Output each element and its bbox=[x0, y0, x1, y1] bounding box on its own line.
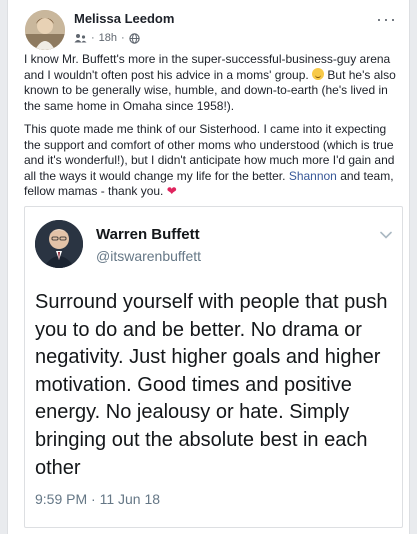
tweet-timestamp: 9:59 PM · 11 Jun 18 bbox=[35, 491, 161, 507]
globe-icon[interactable] bbox=[129, 32, 140, 44]
author-name[interactable]: Melissa Leedom bbox=[74, 11, 174, 26]
more-options-icon[interactable]: ··· bbox=[376, 10, 397, 28]
tweet-author-name: Warren Buffett bbox=[96, 226, 200, 243]
post-paragraph-1: I know Mr. Buffett's more in the super-s… bbox=[24, 52, 402, 114]
author-avatar[interactable] bbox=[25, 10, 65, 50]
chevron-down-icon bbox=[380, 226, 392, 244]
mention-link[interactable]: Shannon bbox=[289, 169, 337, 183]
smiling-emoji-icon bbox=[312, 67, 325, 80]
meta-dot-2: · bbox=[121, 32, 125, 44]
meta-dot: · bbox=[91, 32, 95, 44]
post-body: I know Mr. Buffett's more in the super-s… bbox=[24, 52, 402, 208]
post-paragraph-2: This quote made me think of our Sisterho… bbox=[24, 122, 402, 200]
post-timestamp[interactable]: 18h bbox=[99, 32, 117, 44]
tweet-handle: @itswarenbuffett bbox=[96, 248, 202, 264]
tweet-avatar bbox=[35, 220, 83, 268]
group-icon bbox=[74, 33, 87, 44]
embedded-tweet-image[interactable]: Warren Buffett @itswarenbuffett Surround… bbox=[24, 206, 403, 528]
facebook-post: Melissa Leedom · 18h · ··· I know Mr. Bu… bbox=[7, 0, 410, 534]
heart-icon: ❤ bbox=[166, 184, 177, 198]
tweet-text: Surround yourself with people that push … bbox=[35, 291, 388, 479]
post-meta: · 18h · bbox=[74, 31, 140, 45]
